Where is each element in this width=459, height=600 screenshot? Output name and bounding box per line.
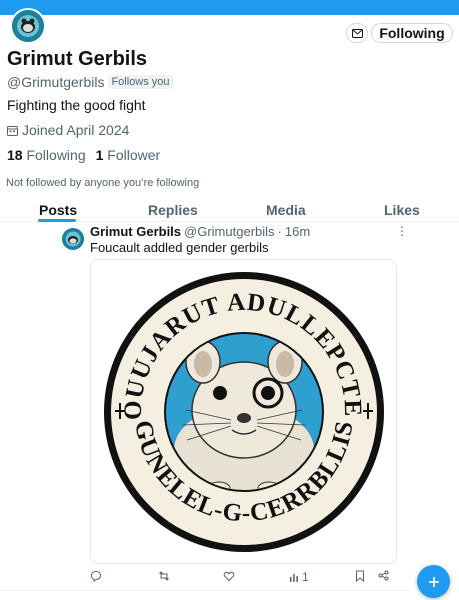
joined-date: Joined April 2024 [7, 122, 129, 138]
profile-handle-row: @Grimutgerbils Follows you [7, 74, 173, 90]
following-label: Following [26, 147, 86, 163]
following-button[interactable]: Following [371, 23, 453, 43]
message-button[interactable] [346, 23, 368, 43]
post-author-handle[interactable]: @Grimutgerbils [184, 224, 275, 239]
followers-count: 1 [95, 147, 104, 163]
not-followed-notice[interactable]: Not followed by anyone you’re following [6, 177, 199, 189]
share-icon [378, 570, 389, 581]
views-count: 1 [302, 570, 309, 584]
tab-likes[interactable]: Likes [384, 202, 420, 218]
reply-icon [90, 570, 102, 582]
profile-bio: Fighting the good fight [7, 97, 146, 113]
calendar-icon [7, 125, 18, 136]
active-tab-indicator [38, 219, 76, 222]
follow-counts: 18 Following 1 Follower [7, 147, 160, 163]
tab-replies[interactable]: Replies [148, 202, 198, 218]
repost-button[interactable] [158, 570, 170, 582]
tab-media[interactable]: Media [266, 202, 306, 218]
profile-banner[interactable] [0, 0, 459, 15]
divider [0, 590, 410, 591]
bookmark-icon [356, 570, 364, 582]
plus-icon [428, 576, 439, 587]
post-author-name[interactable]: Grimut Gerbils [90, 224, 181, 239]
bar-chart-icon [290, 574, 298, 582]
post-separator: · [277, 224, 282, 239]
gerbil-avatar-small [62, 228, 84, 250]
followers-count-link[interactable]: 1 Follower [96, 147, 161, 163]
post-actions: 1 [90, 570, 390, 586]
post-avatar[interactable] [62, 228, 84, 250]
gerbil-avatar-image [12, 10, 44, 42]
profile-avatar[interactable] [10, 8, 46, 44]
profile-handle: @Grimutgerbils [7, 74, 105, 90]
heart-icon [223, 571, 235, 582]
post-text: Foucault addled gender gerbils [90, 240, 269, 255]
following-count: 18 [7, 147, 23, 163]
repost-icon [159, 571, 169, 581]
tab-posts[interactable]: Posts [39, 202, 77, 218]
follows-you-badge: Follows you [108, 75, 173, 89]
followers-label: Follower [107, 147, 161, 163]
profile-tabs: Posts Replies Media Likes [0, 200, 459, 222]
compose-button[interactable] [417, 565, 450, 598]
post-image[interactable]: FOUUJARUT ADULLEPCTER GUNELEL-G-CERRBLLI… [90, 259, 397, 564]
bookmark-button[interactable] [355, 570, 365, 582]
views-button[interactable]: 1 [289, 570, 309, 584]
post-timestamp[interactable]: 16m [285, 224, 310, 239]
envelope-icon [351, 28, 363, 38]
profile-name: Grimut Gerbils [7, 48, 148, 70]
post-header: Grimut Gerbils @Grimutgerbils · 16m [90, 224, 310, 239]
post-more-icon[interactable]: ⋮ [396, 224, 408, 238]
following-count-link[interactable]: 18 Following [7, 147, 86, 163]
joined-text: Joined April 2024 [22, 122, 130, 138]
like-button[interactable] [223, 570, 235, 582]
share-button[interactable] [378, 570, 389, 581]
gerbil-emblem-image: FOUUJARUT ADULLEPCTER GUNELEL-G-CERRBLLI… [91, 260, 396, 563]
reply-button[interactable] [90, 570, 102, 582]
